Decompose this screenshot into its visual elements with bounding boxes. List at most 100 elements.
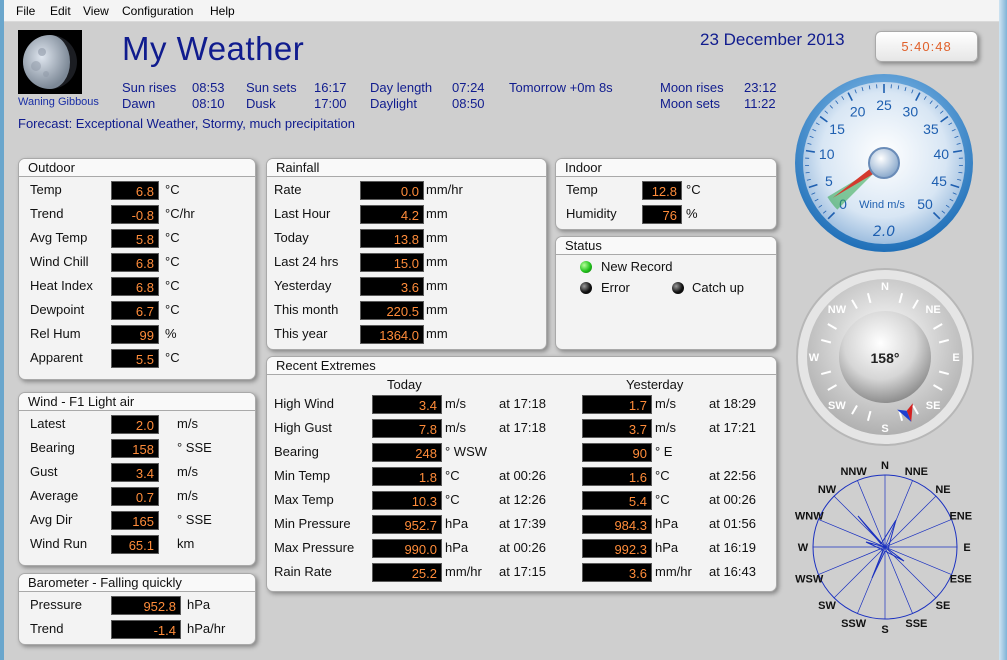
extremes-today-unit: °C	[445, 468, 460, 483]
wind-rose: N NNE NE ENE E ESE SE SSE S SSW SW WSW W WNW NWNNW	[795, 460, 972, 636]
sun-sets-label: Sun sets	[246, 80, 297, 95]
indoor-title: Indoor	[556, 159, 776, 177]
extremes-today-time: at 00:26	[499, 468, 546, 483]
wind-rose-spoke	[833, 546, 886, 599]
outdoor-row-wind-chill: Wind Chill 6.8 °C	[19, 253, 255, 272]
menu-file[interactable]: File	[16, 4, 35, 18]
wind-gauge-minor-tick	[958, 172, 963, 174]
wind-rose-label-nnw: NNW	[840, 466, 867, 478]
rainfall-label: Today	[274, 230, 309, 245]
dusk-label: Dusk	[246, 96, 276, 111]
barometer-label: Pressure	[30, 597, 83, 612]
indoor-row-temp: Temp 12.8 °C	[556, 181, 776, 200]
extremes-today-time: at 17:39	[499, 516, 546, 531]
wind-label: Wind Run	[30, 536, 88, 551]
indoor-value: 12.8	[642, 181, 682, 200]
rainfall-row-this-year: This year 1364.0 mm	[267, 325, 546, 344]
rainfall-unit: mm	[426, 278, 448, 293]
wind-label: Avg Dir	[30, 512, 73, 527]
clock-display: 5:40:48	[875, 31, 978, 62]
wind-gauge-tick-label: 30	[903, 103, 919, 119]
rainfall-value: 0.0	[360, 181, 424, 200]
rainfall-value: 3.6	[360, 277, 424, 296]
daylight-label: Daylight	[370, 96, 417, 111]
wind-gauge-tick-label: 50	[917, 196, 933, 212]
extremes-yesterday-value: 1.7	[582, 395, 652, 414]
extremes-today-unit: m/s	[445, 420, 466, 435]
extremes-yesterday-time: at 16:19	[709, 540, 756, 555]
rainfall-value: 13.8	[360, 229, 424, 248]
extremes-row-min-pressure: Min Pressure 952.7 hPa at 17:39 984.3 hPa at 0…	[267, 515, 776, 534]
wind-label: Gust	[30, 464, 58, 479]
extremes-yesterday-unit: ° E	[655, 444, 673, 459]
outdoor-row-apparent: Apparent 5.5 °C	[19, 349, 255, 368]
outdoor-label: Dewpoint	[30, 302, 85, 317]
wind-value: 165	[111, 511, 159, 530]
window-frame-right	[999, 0, 1007, 660]
sun-rises-value: 08:53	[192, 80, 225, 95]
wind-gauge-hub	[868, 147, 900, 179]
wind-gauge-readout: 2.0	[873, 224, 895, 240]
error-label: Error	[601, 280, 630, 295]
rainfall-value: 220.5	[360, 301, 424, 320]
outdoor-unit: °C	[165, 254, 180, 269]
rainfall-title: Rainfall	[267, 159, 546, 177]
wind-label: Average	[30, 488, 79, 503]
wind-unit: ° SSE	[177, 512, 212, 527]
rainfall-unit: mm	[426, 302, 448, 317]
extremes-today-value: 248	[372, 443, 442, 462]
wind-row-bearing: Bearing 158 ° SSE	[19, 439, 255, 458]
wind-label: Bearing	[30, 440, 75, 455]
wind-rose-label-ene: ENE	[949, 511, 972, 523]
outdoor-unit: °C/hr	[165, 206, 195, 221]
wind-label: Latest	[30, 416, 66, 431]
dusk-value: 17:00	[314, 96, 347, 111]
extremes-yesterday-value: 5.4	[582, 491, 652, 510]
extremes-yesterday-header: Yesterday	[626, 377, 684, 392]
outdoor-value: -0.8	[111, 205, 159, 224]
compass-label-se: SE	[926, 400, 941, 412]
outdoor-row-avg-temp: Avg Temp 5.8 °C	[19, 229, 255, 248]
wind-value: 0.7	[111, 487, 159, 506]
menu-bar: File Edit View Configuration Help	[4, 0, 999, 22]
extremes-yesterday-unit: °C	[655, 492, 670, 507]
catch-up-label: Catch up	[692, 280, 745, 295]
wind-gauge-tick-label: 25	[876, 97, 892, 113]
wind-unit: m/s	[177, 464, 198, 479]
extremes-today-unit: ° WSW	[445, 444, 488, 459]
menu-edit[interactable]: Edit	[50, 4, 71, 18]
wind-gauge-label: Wind m/s	[859, 199, 905, 211]
day-length-value: 07:24	[452, 80, 485, 95]
extremes-yesterday-time: at 16:43	[709, 564, 756, 579]
compass-label-sw: SW	[828, 400, 846, 412]
outdoor-row-rel-hum: Rel Hum 99%	[19, 325, 255, 344]
outdoor-unit: °C	[165, 182, 180, 197]
outdoor-unit: °C	[165, 350, 180, 365]
moon-phase-image	[18, 30, 82, 94]
extremes-today-time: at 17:18	[499, 396, 546, 411]
wind-value: 65.1	[111, 535, 159, 554]
extremes-today-value: 952.7	[372, 515, 442, 534]
outdoor-value: 6.8	[111, 253, 159, 272]
menu-help[interactable]: Help	[210, 4, 235, 18]
menu-view[interactable]: View	[83, 4, 109, 18]
wind-gauge-tick-label: 15	[829, 121, 845, 137]
menu-configuration[interactable]: Configuration	[122, 4, 193, 18]
extremes-today-time: at 17:18	[499, 420, 546, 435]
extremes-yesterday-value: 1.6	[582, 467, 652, 486]
wind-row-average: Average 0.7 m/s	[19, 487, 255, 506]
wind-unit: m/s	[177, 488, 198, 503]
rainfall-row-last-hour: Last Hour 4.2 mm	[267, 205, 546, 224]
outdoor-panel: Outdoor Temp 6.8 °C Trend -0.8 °C/hr Avg Temp 5…	[18, 158, 256, 380]
status-title: Status	[556, 237, 776, 255]
moon-sets-label: Moon sets	[660, 96, 720, 111]
wind-rose-label-sse: SSE	[905, 618, 927, 630]
extremes-label: High Wind	[274, 396, 334, 411]
indoor-value: 76	[642, 205, 682, 224]
rainfall-label: Rate	[274, 182, 302, 197]
compass-label-n: N	[881, 281, 889, 293]
wind-rose-label-ne: NE	[935, 484, 950, 496]
new-record-led	[580, 261, 592, 273]
indoor-row-humidity: Humidity 76%	[556, 205, 776, 224]
extremes-yesterday-value: 3.6	[582, 563, 652, 582]
